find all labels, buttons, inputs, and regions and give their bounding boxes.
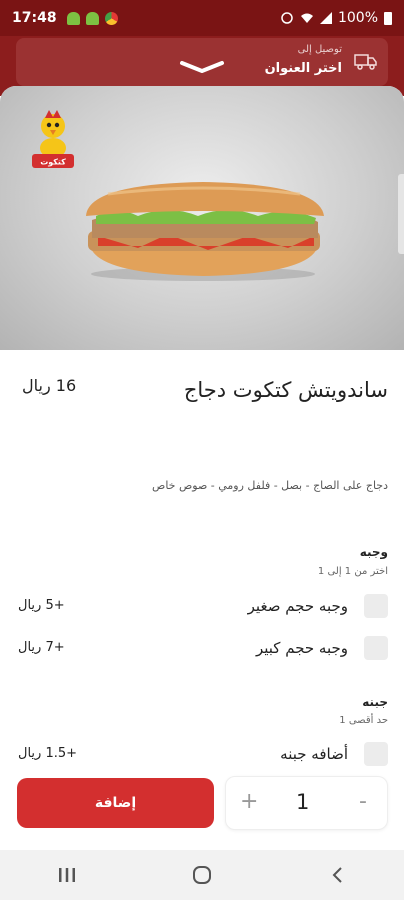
increment-button[interactable]: + xyxy=(240,789,258,814)
scroll-indicator xyxy=(398,174,404,254)
chevron-down-icon[interactable] xyxy=(178,60,226,74)
truck-icon xyxy=(354,54,377,70)
option-row[interactable]: وجبه حجم كبير +7 ريال xyxy=(0,632,404,664)
option-price: +7 ريال xyxy=(18,640,65,655)
android-icon xyxy=(66,11,80,25)
product-description: دجاج على الصاج - بصل - فلفل رومي - صوص خ… xyxy=(152,479,388,492)
brand-logo: كتكوت xyxy=(32,110,74,168)
sandwich-image xyxy=(86,182,324,281)
decrement-button[interactable]: - xyxy=(359,789,367,814)
delivery-to-label: توصيل إلى xyxy=(297,44,342,55)
recent-apps-icon xyxy=(59,868,76,882)
option-label: وجبه حجم صغير xyxy=(247,597,348,615)
option-label: أضافه جبنه xyxy=(280,745,348,763)
option-checkbox[interactable] xyxy=(364,636,388,660)
product-image: كتكوت xyxy=(0,86,404,350)
back-icon xyxy=(332,867,342,883)
option-row[interactable]: وجبه حجم صغير +5 ريال xyxy=(0,590,404,622)
battery-icon xyxy=(384,11,392,25)
product-price: 16 ريال xyxy=(22,376,77,395)
option-label: وجبه حجم كبير xyxy=(255,639,348,657)
home-button[interactable] xyxy=(182,860,222,890)
product-title: ساندويتش كتكوت دجاج xyxy=(183,378,388,402)
option-checkbox[interactable] xyxy=(364,594,388,618)
option-row[interactable]: أضافه جبنه +1.5 ريال xyxy=(0,738,404,770)
option-group-title: وجبه xyxy=(359,545,388,559)
option-checkbox[interactable] xyxy=(364,742,388,766)
signal-icon xyxy=(319,12,332,24)
cart-action-bar: إضافة + 1 - xyxy=(0,770,404,850)
chrome-icon xyxy=(104,11,118,25)
android-icon xyxy=(85,11,99,25)
quantity-value: 1 xyxy=(296,790,310,814)
notification-icons xyxy=(66,11,118,25)
quantity-stepper: + 1 - xyxy=(225,776,388,830)
option-group-title: جبنه xyxy=(362,695,388,709)
recent-apps-button[interactable] xyxy=(47,860,87,890)
wifi-icon xyxy=(300,13,313,23)
system-nav-bar xyxy=(0,850,404,900)
status-bar: 17:48 100% xyxy=(0,0,404,36)
status-time: 17:48 xyxy=(12,10,57,26)
back-button[interactable] xyxy=(317,860,357,890)
system-status: 100% xyxy=(280,10,392,26)
alarm-icon xyxy=(281,12,293,24)
battery-percent: 100% xyxy=(337,10,378,26)
option-price: +1.5 ريال xyxy=(18,746,78,761)
brand-logo-text: كتكوت xyxy=(40,158,66,167)
option-price: +5 ريال xyxy=(18,598,65,613)
home-icon xyxy=(192,866,211,884)
product-sheet: كتكوت ساندويتش كتكوت دجاج 16 ريال دجاج ع… xyxy=(0,86,404,850)
option-group-subtitle: حد أقصى 1 xyxy=(339,715,388,726)
choose-address-label[interactable]: اختر العنوان xyxy=(265,61,342,76)
option-group-subtitle: اختر من 1 إلى 1 xyxy=(317,566,388,577)
add-to-cart-button[interactable]: إضافة xyxy=(17,778,214,828)
